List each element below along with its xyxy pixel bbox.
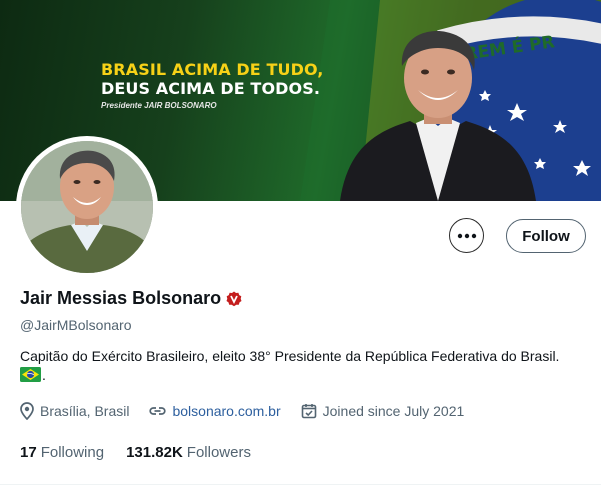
bio: Capitão do Exército Brasileiro, eleito 3… (20, 347, 595, 385)
join-date-text: Joined since July 2021 (322, 403, 465, 419)
banner-person-photo (340, 31, 536, 201)
following-label: Following (40, 444, 105, 461)
name-row: Jair Messias Bolsonaro (20, 288, 242, 309)
handle: @JairMBolsonaro (20, 317, 132, 333)
location: Brasília, Brasil (20, 402, 129, 420)
banner-slogan: BRASIL ACIMA DE TUDO, DEUS ACIMA DE TODO… (101, 60, 324, 110)
followers-link[interactable]: 131.82K Followers (126, 444, 251, 461)
ellipsis-icon (457, 233, 476, 238)
bio-suffix: . (42, 367, 46, 383)
banner-slogan-line2: DEUS ACIMA DE TODOS. (101, 79, 321, 98)
join-date: Joined since July 2021 (301, 403, 465, 419)
banner-slogan-line1: BRASIL ACIMA DE TUDO, (101, 60, 324, 79)
link-icon (149, 407, 167, 415)
website-text[interactable]: bolsonaro.com.br (172, 403, 280, 419)
avatar-photo (21, 141, 153, 273)
location-text: Brasília, Brasil (40, 403, 130, 419)
location-pin-icon (20, 402, 34, 420)
bio-text: Capitão do Exército Brasileiro, eleito 3… (20, 348, 560, 364)
brazil-flag-icon (20, 367, 41, 382)
following-link[interactable]: 17 Following (20, 444, 104, 461)
followers-label: Followers (186, 444, 251, 461)
website-link[interactable]: bolsonaro.com.br (149, 403, 281, 419)
follow-stats: 17 Following 131.82K Followers (20, 444, 273, 461)
divider (0, 484, 601, 485)
verified-badge-icon (226, 291, 242, 306)
followers-count: 131.82K (126, 444, 183, 461)
profile-meta: Brasília, Brasil bolsonaro.com.br Joined… (20, 402, 484, 420)
following-count: 17 (20, 444, 37, 461)
banner-credit: Presidente JAIR BOLSONARO (101, 101, 217, 110)
calendar-icon (301, 404, 316, 419)
display-name: Jair Messias Bolsonaro (20, 288, 222, 308)
more-options-button[interactable] (449, 218, 484, 253)
follow-button[interactable]: Follow (506, 219, 586, 253)
avatar[interactable] (21, 141, 153, 273)
